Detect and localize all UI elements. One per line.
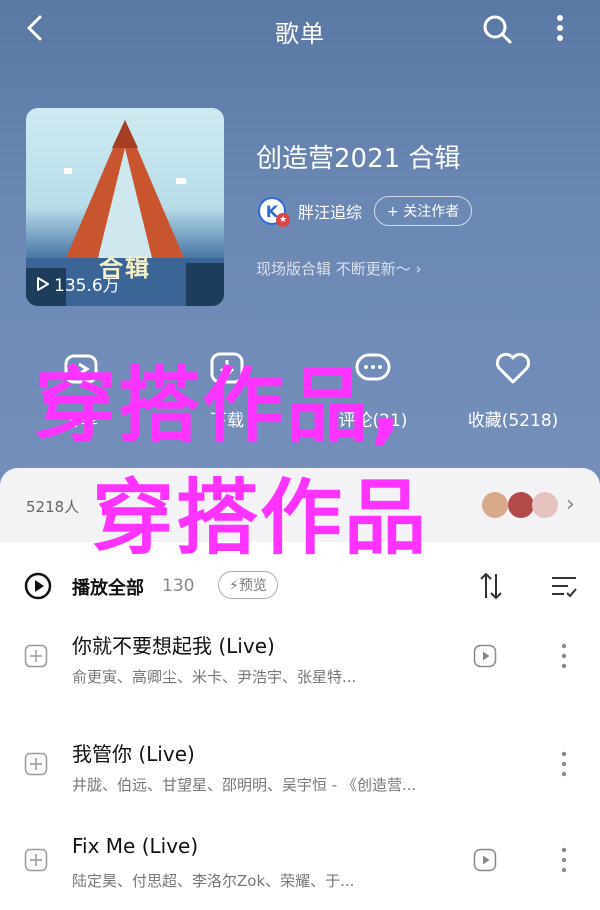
song-title: 你就不要想起我 (Live) <box>72 634 275 658</box>
creator-avatar[interactable]: K ★ <box>258 197 290 227</box>
album-title: 创造营2021 合辑 <box>256 144 461 174</box>
search-icon[interactable] <box>480 12 514 46</box>
song-title: Fix Me (Live) <box>72 834 199 858</box>
song-row[interactable]: 我管你 (Live) 井胧、伯远、甘望星、邵明明、吴宇恒 - 《创造营... <box>0 722 600 818</box>
play-count: 135.6万 <box>36 271 120 296</box>
heart-icon <box>495 352 531 384</box>
more-options-icon[interactable] <box>556 640 572 672</box>
song-title: 我管你 (Live) <box>72 742 195 766</box>
play-all-label[interactable]: 播放全部 <box>72 574 144 600</box>
preview-button[interactable]: ⚡预览 <box>218 571 278 599</box>
subscriber-avatar <box>508 492 534 518</box>
multi-select-icon[interactable] <box>550 574 578 600</box>
video-play-icon[interactable] <box>473 848 497 872</box>
subscriber-avatar <box>482 492 508 518</box>
more-options-icon[interactable] <box>556 844 572 876</box>
song-count: 130 <box>162 576 195 596</box>
add-to-playlist-icon[interactable] <box>24 848 48 872</box>
chevron-right-icon: › <box>566 492 575 517</box>
album-cover[interactable]: 合辑 135.6万 <box>26 108 224 306</box>
song-artists: 井胧、伯远、甘望星、邵明明、吴宇恒 - 《创造营... <box>72 776 417 794</box>
video-play-icon[interactable] <box>473 644 497 668</box>
play-count-value: 135.6万 <box>54 276 120 296</box>
creator-row: K ★ 胖汪追综 + 关注作者 <box>258 196 473 227</box>
more-vertical-icon[interactable] <box>548 10 572 46</box>
album-description[interactable]: 现场版合辑 不断更新～ › <box>256 258 422 279</box>
creator-name[interactable]: 胖汪追综 <box>298 199 362 223</box>
song-row[interactable]: Fix Me (Live) 陆定昊、付思超、李洛尔Zok、荣耀、于... <box>0 818 600 910</box>
creator-badge-icon: ★ <box>276 213 290 227</box>
follow-creator-button[interactable]: + 关注作者 <box>374 196 473 226</box>
song-artists: 陆定昊、付思超、李洛尔Zok、荣耀、于... <box>72 872 355 890</box>
favorite-label: 收藏(5218) <box>467 411 559 431</box>
subscriber-avatar <box>532 492 558 518</box>
top-bar: 歌单 <box>0 0 600 56</box>
play-all-row: 播放全部 130 ⚡预览 <box>0 560 600 614</box>
subscribers-count: 5218人 <box>26 498 80 516</box>
watermark-text: 穿搭作品, <box>34 359 404 454</box>
favorite-button[interactable]: 收藏(5218) <box>448 348 578 431</box>
sort-icon[interactable] <box>478 570 504 602</box>
watermark-text: 穿搭作品 <box>92 471 429 566</box>
play-triangle-icon <box>37 276 49 291</box>
song-row[interactable]: 你就不要想起我 (Live) 俞更寅、高卿尘、米卡、尹浩宇、张星特... <box>0 614 600 710</box>
add-to-playlist-icon[interactable] <box>24 752 48 776</box>
more-options-icon[interactable] <box>556 748 572 780</box>
add-to-playlist-icon[interactable] <box>24 644 48 668</box>
play-all-button[interactable] <box>24 572 52 600</box>
song-artists: 俞更寅、高卿尘、米卡、尹浩宇、张星特... <box>72 668 357 686</box>
